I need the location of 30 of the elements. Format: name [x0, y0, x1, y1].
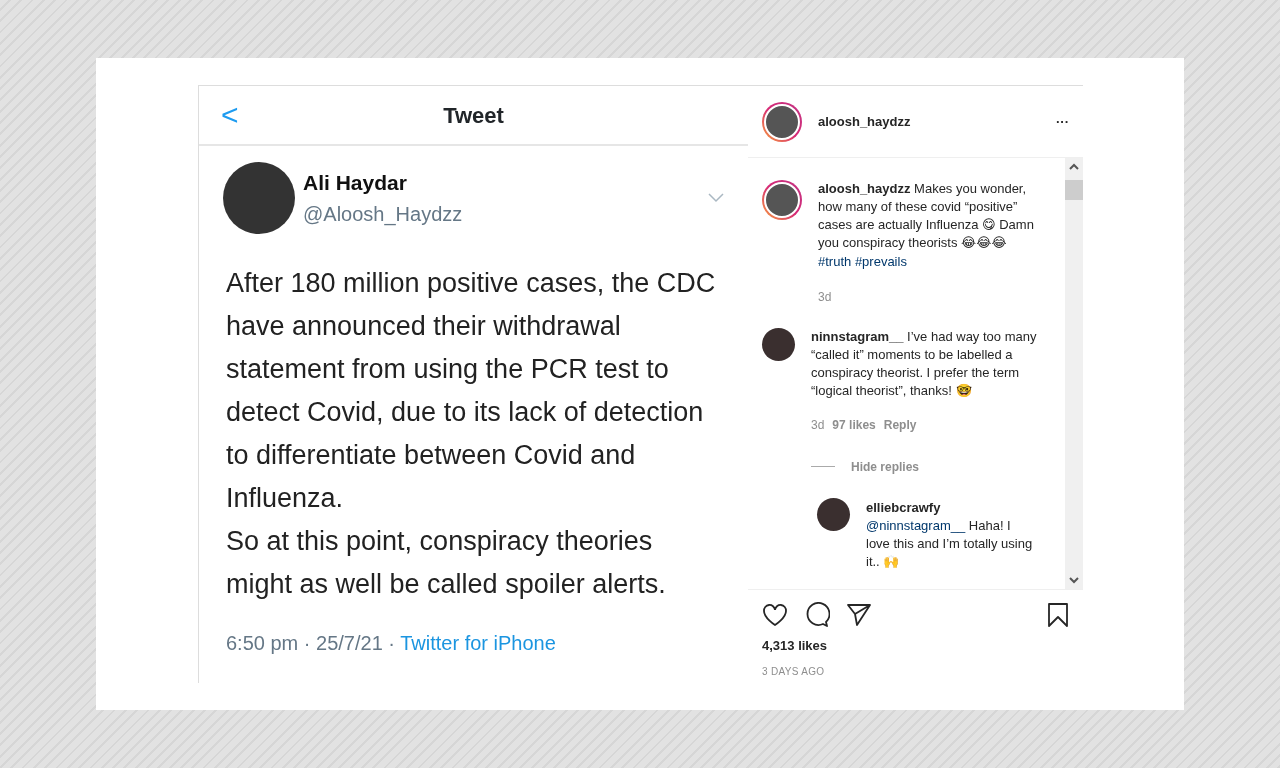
comment-time: 3d — [811, 416, 825, 434]
heart-icon[interactable] — [762, 603, 788, 627]
reply-text: @ninnstagram__ Haha! I love this and I’m totally using it.. 🙌 — [866, 517, 1034, 571]
tweet-text: After 180 million positive cases, the CDC have announced their withdrawal statement from using the PCR test to detect Covid, due to its lack of detection to differentiate between Covid and Influenza. — [226, 267, 717, 515]
scrollbar[interactable] — [1065, 158, 1083, 589]
scrollbar-thumb[interactable] — [1065, 180, 1083, 200]
reply-username[interactable]: elliebcrawfy — [866, 497, 1036, 517]
tweet-title: Tweet — [443, 101, 504, 130]
avatar-photo-placeholder — [817, 497, 850, 531]
comment-likes: 97 likes — [832, 416, 876, 434]
likes-count: 4,313 likes — [762, 637, 829, 655]
caption-text: aloosh_haydzz Makes you wonder, how many of these covid “positive” cases are actually Influenza 😋 Damn you conspiracy theorists 😂😂😂 — [818, 180, 1035, 252]
hashtag-link[interactable]: #prevails — [854, 254, 907, 269]
hashtag-link[interactable]: #truth — [818, 254, 852, 269]
post-time: 3d — [818, 288, 833, 306]
author-handle: @Aloosh_Haydzz — [303, 201, 464, 228]
mention-link[interactable]: @ninnstagram__ — [866, 518, 966, 533]
comment-text: ninnstagram__ I’ve had way too many “called it” moments to be labelled a conspiracy theorist. I prefer the term “logical theorist”, thanks! 🤓 — [811, 327, 1038, 400]
post-date: 3 DAYS AGO — [762, 664, 826, 679]
avatar-icon — [762, 180, 802, 220]
avatar-icon — [762, 101, 802, 142]
tweet-text: So at this point, conspiracy theories might as well be called spoiler alerts. — [226, 525, 667, 601]
author-name: Ali Haydar — [303, 170, 408, 197]
tweet-meta: 6:50 pm · 25/7/21 · Twitter for iPhone — [225, 631, 557, 656]
send-icon[interactable] — [846, 603, 872, 627]
bookmark-icon[interactable] — [1047, 602, 1069, 628]
username-link[interactable]: aloosh_haydzz — [818, 111, 1056, 132]
comment-icon[interactable] — [804, 602, 830, 628]
avatar-photo-placeholder — [762, 327, 795, 361]
more-options-button[interactable]: ··· — [1056, 111, 1069, 132]
